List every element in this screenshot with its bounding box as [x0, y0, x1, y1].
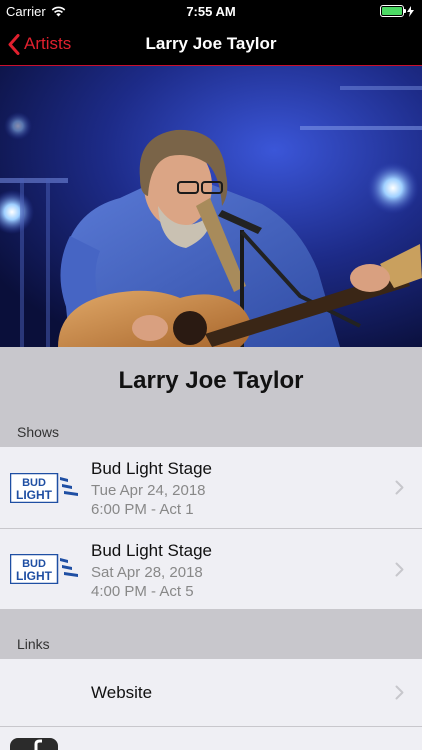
- show-date: Sat Apr 28, 2018: [91, 564, 203, 581]
- bud-light-logo-icon: BUD LIGHT: [10, 554, 78, 584]
- chevron-right-icon: [395, 562, 404, 577]
- chevron-left-icon: [8, 33, 20, 55]
- back-button[interactable]: Artists: [8, 22, 71, 66]
- artist-name: Larry Joe Taylor: [118, 367, 304, 394]
- show-time: 6:00 PM - Act 1: [91, 501, 194, 518]
- navigation-bar: Artists Larry Joe Taylor: [0, 22, 422, 66]
- show-row[interactable]: BUD LIGHT Bud Light Stage Sat Apr 28, 20…: [0, 529, 422, 610]
- show-stage: Bud Light Stage: [91, 459, 212, 478]
- link-row-website[interactable]: Website: [0, 659, 422, 727]
- shows-section-header: Shows: [0, 419, 422, 447]
- link-label: Website: [91, 683, 153, 702]
- status-bar: Carrier 7:55 AM: [0, 0, 422, 22]
- links-header-label: Links: [17, 636, 50, 652]
- charging-bolt-icon: [407, 5, 414, 17]
- social-app-icon: [10, 738, 58, 750]
- logo-text-light: LIGHT: [16, 488, 53, 502]
- chevron-right-icon: [395, 685, 404, 700]
- show-row[interactable]: BUD LIGHT Bud Light Stage Tue Apr 24, 20…: [0, 447, 422, 529]
- show-date: Tue Apr 24, 2018: [91, 482, 206, 499]
- battery-group: [380, 5, 414, 17]
- clock: 7:55 AM: [186, 4, 236, 19]
- bud-light-logo-icon: BUD LIGHT: [10, 473, 78, 503]
- chevron-right-icon: [395, 480, 404, 495]
- artist-photo: [0, 66, 422, 347]
- shows-header-label: Shows: [17, 424, 60, 440]
- show-stage: Bud Light Stage: [91, 541, 212, 560]
- link-row-next[interactable]: [0, 727, 422, 750]
- back-label: Artists: [24, 34, 72, 53]
- artist-name-banner: Larry Joe Taylor: [0, 347, 422, 419]
- logo-text-light: LIGHT: [16, 569, 53, 583]
- links-section-header: Links: [0, 610, 422, 659]
- show-time: 4:00 PM - Act 5: [91, 583, 194, 600]
- battery-icon: [380, 5, 406, 17]
